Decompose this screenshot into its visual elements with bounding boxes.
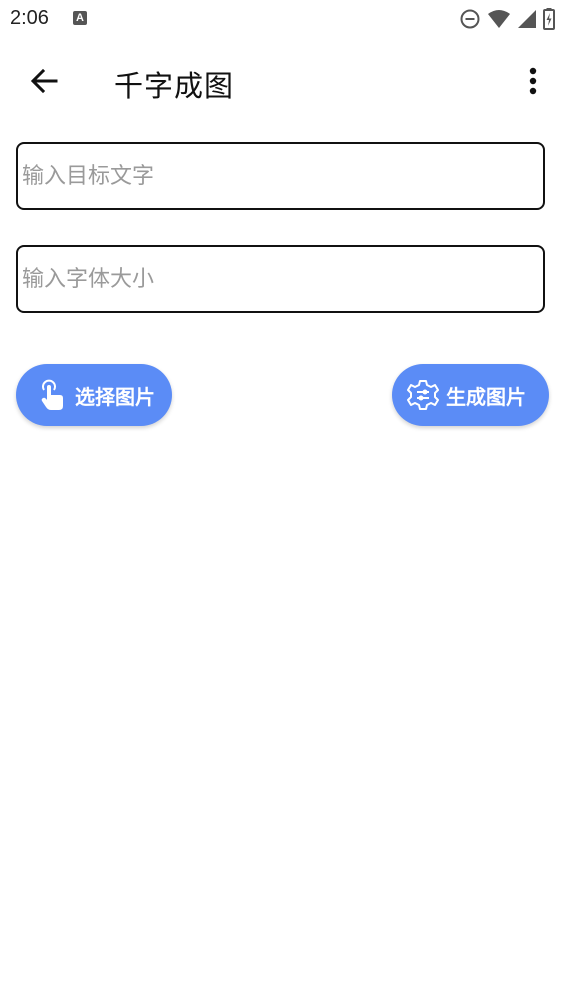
select-image-label: 选择图片 <box>75 384 155 409</box>
screen: 2:06 A 千字成图 输入目标文字 输入字体大小 选择图片 生成图片 <box>0 0 565 1004</box>
more-vert-icon <box>529 67 537 95</box>
back-button[interactable] <box>22 59 66 103</box>
status-time: 2:06 <box>10 7 49 29</box>
font-size-input[interactable] <box>18 247 543 311</box>
page-title: 千字成图 <box>114 69 235 103</box>
battery-icon <box>543 8 555 30</box>
target-text-field <box>16 142 545 210</box>
app-bar: 千字成图 <box>0 45 565 119</box>
generate-image-label: 生成图片 <box>446 384 526 409</box>
notification-icon: A <box>73 11 87 25</box>
wifi-icon <box>488 10 510 28</box>
arrow-back-icon <box>30 68 58 94</box>
status-bar: 2:06 A <box>0 0 565 38</box>
select-image-button[interactable]: 选择图片 <box>16 364 172 426</box>
do-not-disturb-icon <box>460 9 480 29</box>
font-size-field <box>16 245 545 313</box>
generate-image-button[interactable]: 生成图片 <box>392 364 549 426</box>
target-text-input[interactable] <box>18 144 543 208</box>
signal-icon <box>518 10 536 28</box>
settings-icon <box>407 379 439 411</box>
overflow-menu-button[interactable] <box>519 59 547 103</box>
status-icons <box>459 8 555 30</box>
touch-icon <box>36 379 68 411</box>
